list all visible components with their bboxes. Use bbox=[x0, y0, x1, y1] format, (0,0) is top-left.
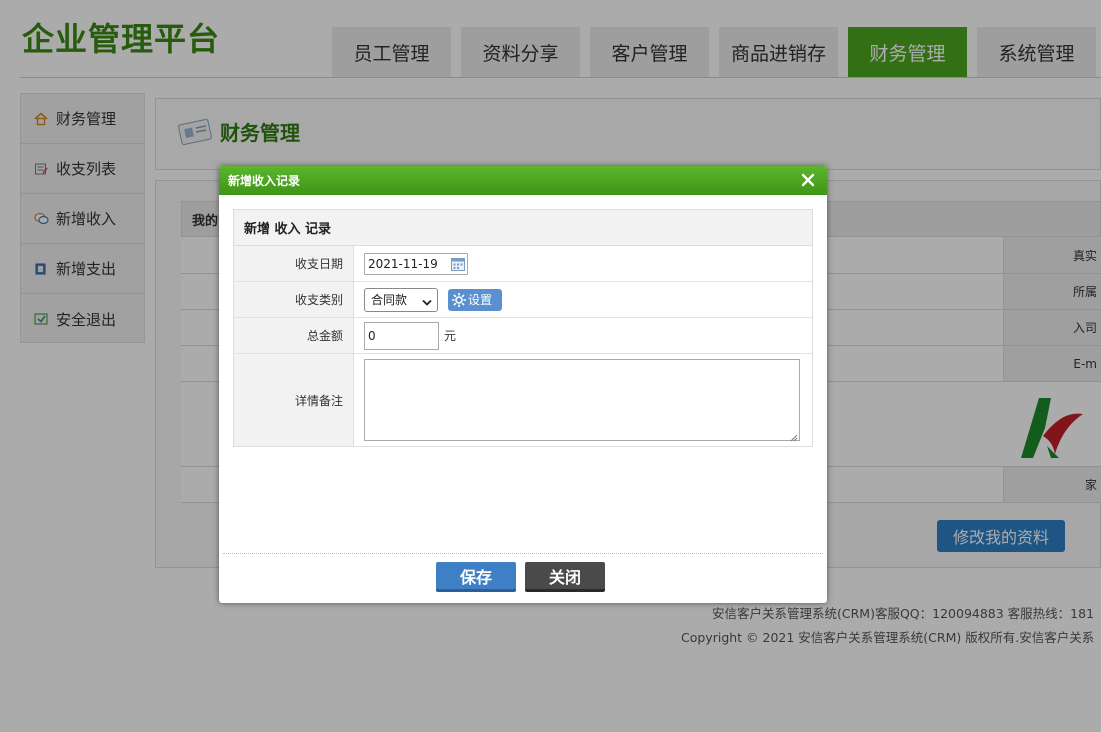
category-settings-button[interactable]: 设置 bbox=[448, 288, 502, 311]
chevron-down-icon bbox=[422, 296, 432, 306]
dialog-divider bbox=[223, 553, 823, 554]
notes-field-cell bbox=[354, 354, 812, 446]
category-field-cell: 合同款 设置 bbox=[354, 282, 812, 317]
category-select[interactable]: 合同款 bbox=[364, 287, 438, 312]
save-button[interactable]: 保存 bbox=[436, 562, 516, 592]
calendar-icon[interactable] bbox=[451, 257, 465, 271]
form-row-date: 收支日期 2021-11-19 bbox=[234, 246, 812, 282]
form-heading: 新增 收入 记录 bbox=[234, 210, 812, 246]
date-label: 收支日期 bbox=[234, 246, 354, 281]
close-button[interactable]: 关闭 bbox=[525, 562, 605, 592]
settings-label: 设置 bbox=[468, 293, 493, 307]
gear-icon bbox=[451, 292, 467, 308]
notes-label: 详情备注 bbox=[234, 354, 354, 446]
form-row-amount: 总金额 0 元 bbox=[234, 318, 812, 354]
date-input[interactable]: 2021-11-19 bbox=[364, 252, 468, 275]
income-form: 新增 收入 记录 收支日期 2021-11-19 收支类别 合同款 设置 总金额… bbox=[233, 209, 813, 447]
page: 企业管理平台 员工管理 资料分享 客户管理 商品进销存 财务管理 系统管理 财务… bbox=[0, 0, 1101, 732]
form-row-notes: 详情备注 bbox=[234, 354, 812, 446]
form-row-category: 收支类别 合同款 设置 bbox=[234, 282, 812, 318]
close-icon[interactable] bbox=[799, 171, 817, 189]
amount-label: 总金额 bbox=[234, 318, 354, 353]
date-value: 2021-11-19 bbox=[368, 256, 438, 271]
add-income-dialog: 新增收入记录 新增 收入 记录 收支日期 2021-11-19 收支类别 合同款… bbox=[219, 166, 827, 603]
amount-field-cell: 0 元 bbox=[354, 318, 812, 353]
dialog-titlebar: 新增收入记录 bbox=[219, 166, 827, 195]
amount-value: 0 bbox=[368, 328, 376, 343]
category-value: 合同款 bbox=[371, 293, 408, 307]
category-label: 收支类别 bbox=[234, 282, 354, 317]
date-field-cell: 2021-11-19 bbox=[354, 246, 812, 281]
amount-unit: 元 bbox=[444, 329, 457, 343]
amount-input[interactable]: 0 bbox=[364, 321, 439, 350]
notes-textarea[interactable] bbox=[364, 359, 800, 442]
resize-handle-icon[interactable] bbox=[790, 431, 798, 442]
dialog-title: 新增收入记录 bbox=[228, 174, 301, 188]
